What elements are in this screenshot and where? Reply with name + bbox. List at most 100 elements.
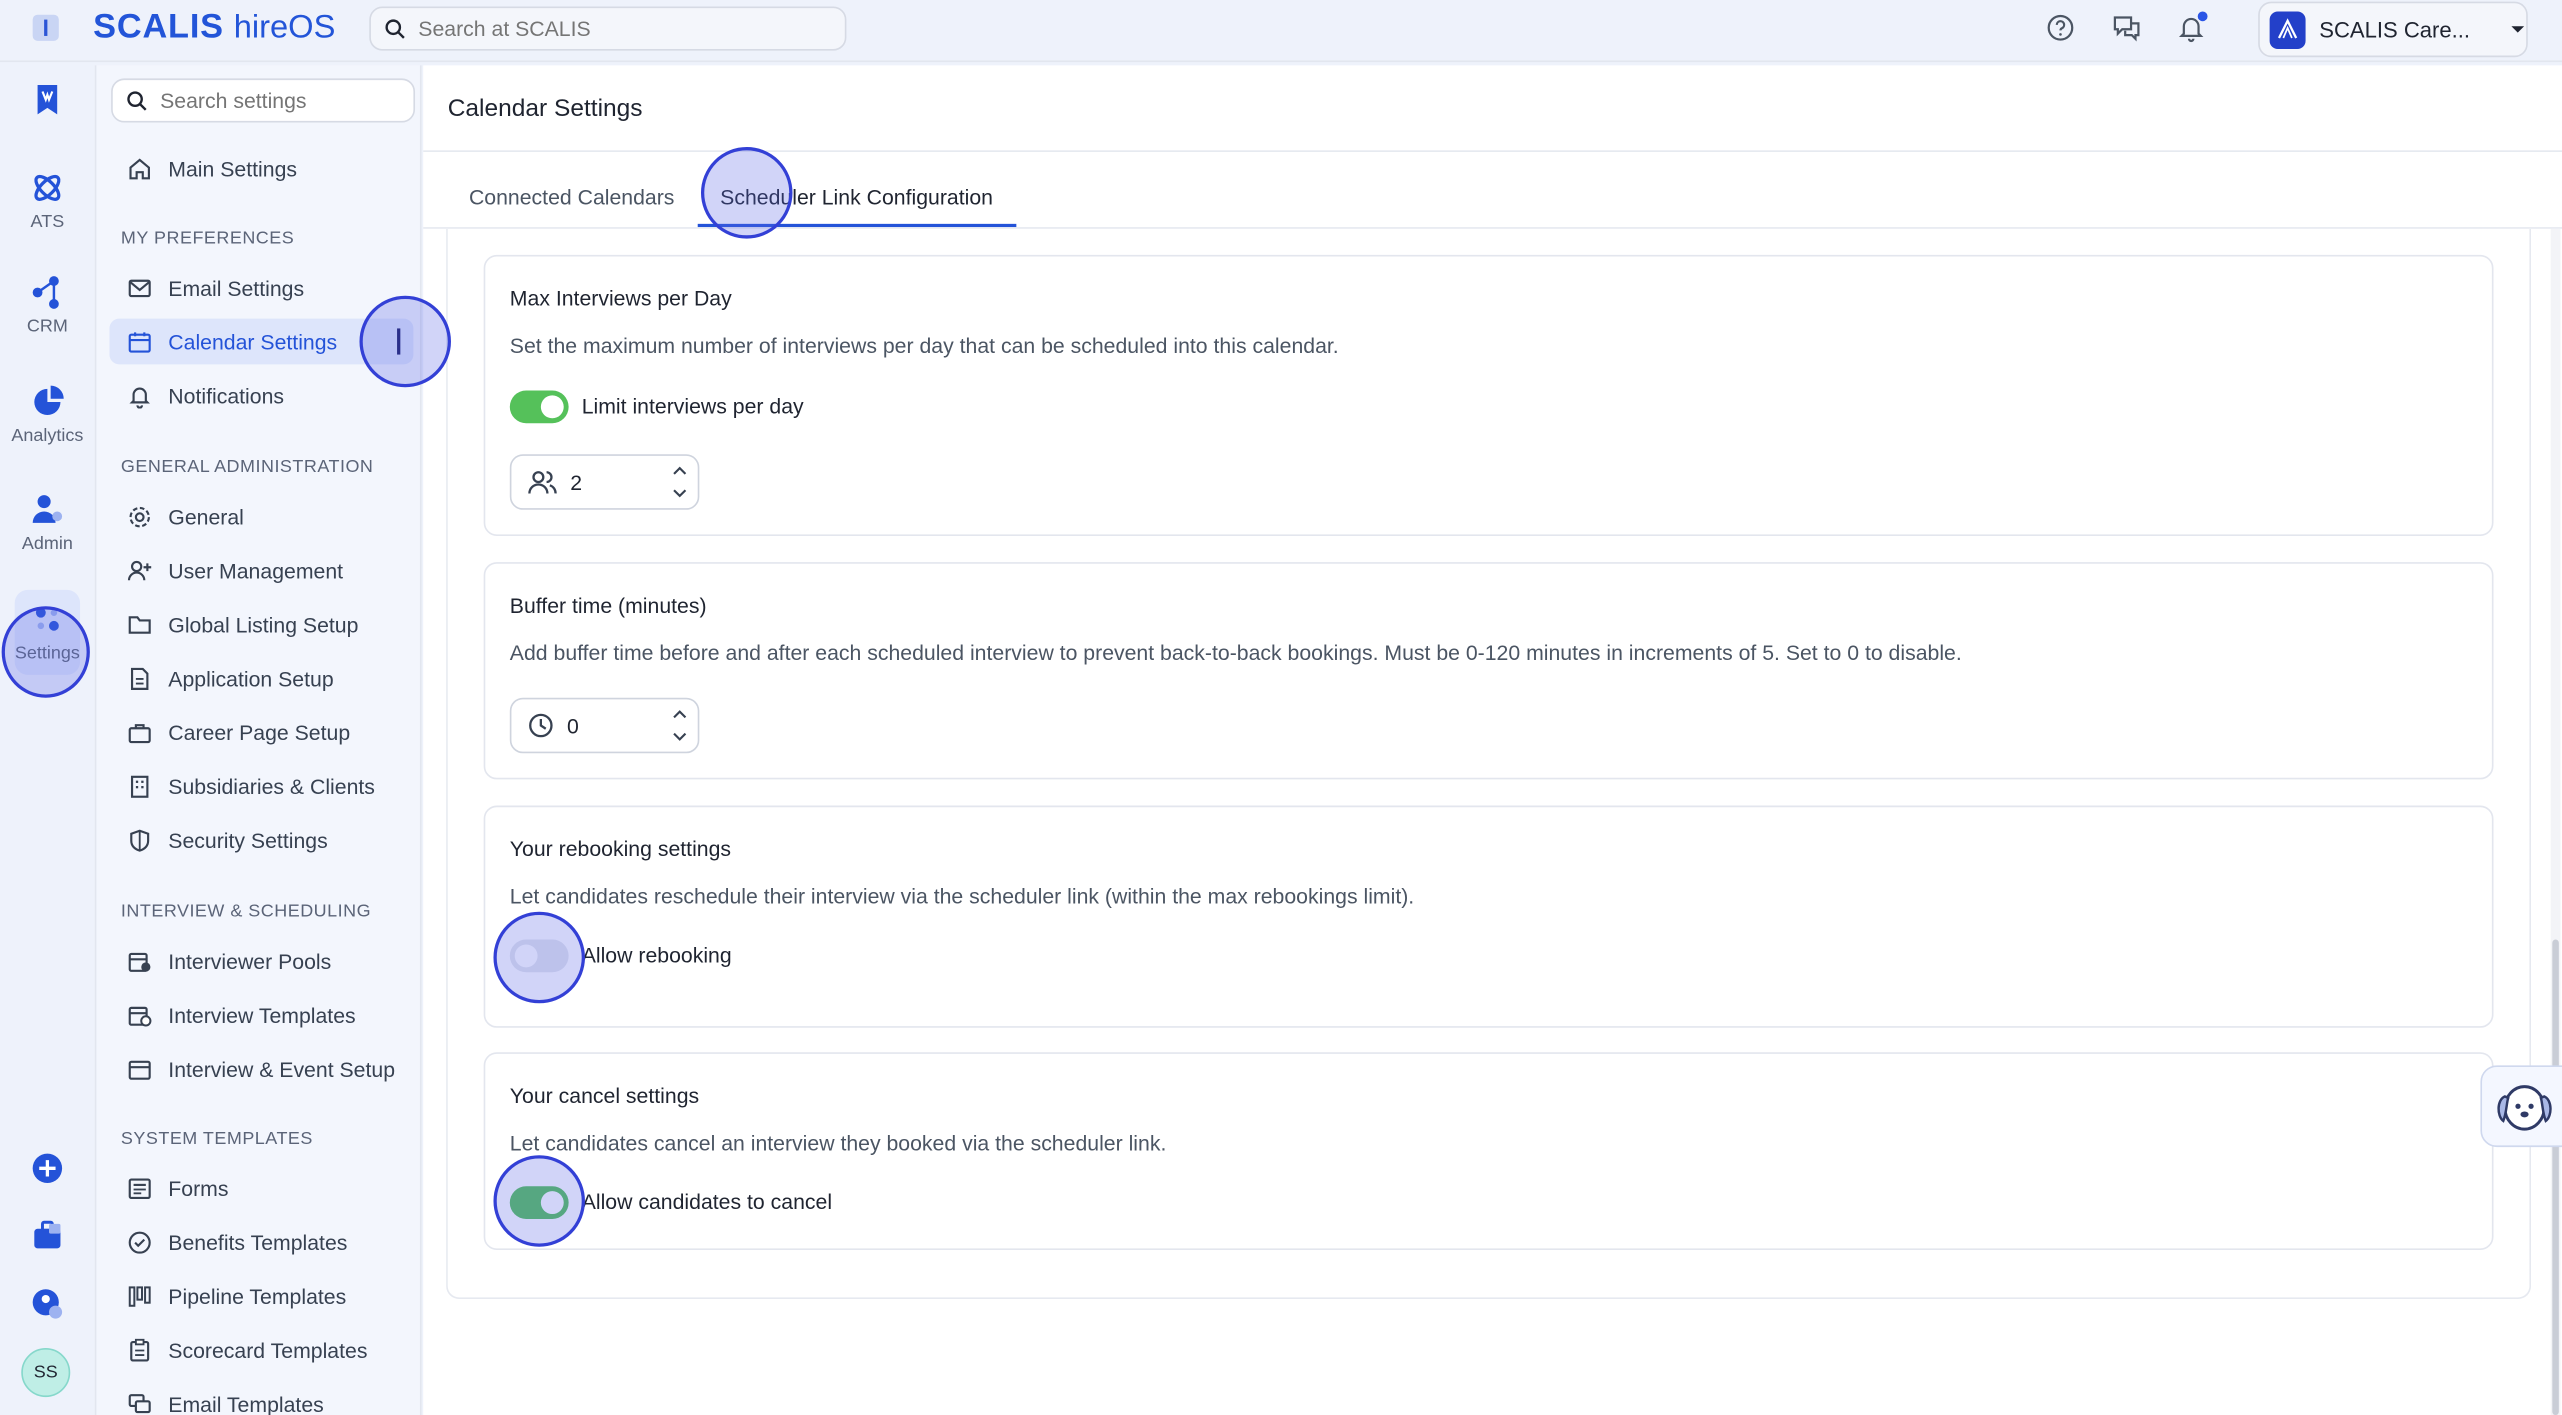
plus-circle-icon <box>32 1153 63 1184</box>
calendar-clock-icon <box>126 1002 152 1028</box>
menu-toggle-icon[interactable] <box>32 14 59 41</box>
chevron-up-icon[interactable] <box>672 461 688 481</box>
rail-label: Admin <box>21 534 73 554</box>
briefcase-icon <box>34 1220 61 1249</box>
briefcase-icon <box>126 719 152 745</box>
avatar[interactable]: SS <box>21 1348 71 1398</box>
global-search[interactable] <box>369 6 847 51</box>
nav-item-global-listing-setup[interactable]: Global Listing Setup <box>109 601 413 647</box>
rail-item-analytics[interactable]: Analytics <box>0 384 95 446</box>
gear-icon <box>126 503 152 529</box>
scrollbar-thumb[interactable] <box>2552 939 2559 1415</box>
chat-templates-icon <box>126 1391 152 1415</box>
tab-scheduler-link-configuration[interactable]: Scheduler Link Configuration <box>697 167 1016 228</box>
nav-item-interviewer-pools[interactable]: Interviewer Pools <box>109 938 413 984</box>
nav-item-main-settings[interactable]: Main Settings <box>109 145 413 191</box>
rail-item-settings[interactable]: Settings <box>0 601 95 663</box>
nav-item-forms[interactable]: Forms <box>109 1165 413 1211</box>
toggle-label: Limit interviews per day <box>581 393 804 419</box>
settings-search-input[interactable] <box>160 88 406 113</box>
rail-item-bookmarks[interactable] <box>0 83 95 116</box>
page-title: Calendar Settings <box>447 94 643 123</box>
text-cursor <box>397 328 401 355</box>
cancel-settings-card: Your cancel settings Let candidates canc… <box>483 1052 2494 1251</box>
rail-jobs-button[interactable] <box>0 1219 95 1252</box>
brand-name: SCALIS <box>93 8 224 46</box>
tabs: Connected Calendars Scheduler Link Confi… <box>446 167 1016 228</box>
nav-item-label: Pipeline Templates <box>168 1283 347 1309</box>
nav-item-career-page-setup[interactable]: Career Page Setup <box>109 709 413 755</box>
chevron-down-icon[interactable] <box>672 727 688 747</box>
buffer-time-input[interactable] <box>566 713 649 738</box>
nav-item-label: Calendar Settings <box>168 329 338 354</box>
nav-item-benefits-templates[interactable]: Benefits Templates <box>109 1219 413 1265</box>
card-description: Set the maximum number of interviews per… <box>509 333 1339 358</box>
allow-cancel-toggle[interactable] <box>509 1186 569 1219</box>
bell-icon <box>126 382 152 408</box>
max-interviews-card: Max Interviews per Day Set the maximum n… <box>483 254 2494 536</box>
nav-item-security-settings[interactable]: Security Settings <box>109 817 413 863</box>
analytics-icon <box>34 385 64 416</box>
card-title: Your rebooking settings <box>509 836 732 862</box>
global-search-input[interactable] <box>418 16 811 41</box>
app-logo[interactable]: SCALIS hireOS <box>93 8 335 50</box>
rail-item-crm[interactable]: CRM <box>0 275 95 337</box>
settings-search[interactable] <box>111 78 416 123</box>
nav-item-email-settings[interactable]: Email Settings <box>109 265 413 311</box>
home-icon <box>126 155 152 181</box>
product-name: hireOS <box>233 9 336 46</box>
assistant-button[interactable] <box>2480 1065 2562 1148</box>
nav-item-scorecard-templates[interactable]: Scorecard Templates <box>109 1327 413 1373</box>
nav-item-interview-templates[interactable]: Interview Templates <box>109 992 413 1038</box>
buffer-time-stepper[interactable] <box>509 697 700 754</box>
notifications-icon[interactable] <box>2173 10 2209 46</box>
nav-item-label: Interview & Event Setup <box>168 1056 396 1081</box>
nav-item-general[interactable]: General <box>109 493 413 539</box>
nav-item-application-setup[interactable]: Application Setup <box>109 655 413 701</box>
toggle-knob <box>514 944 538 968</box>
card-description: Let candidates cancel an interview they … <box>509 1130 1167 1156</box>
rail-item-ats[interactable]: ATS <box>0 170 95 232</box>
rail-add-button[interactable] <box>0 1152 95 1185</box>
nav-item-interview-event-setup[interactable]: Interview & Event Setup <box>109 1046 413 1092</box>
nav-item-user-management[interactable]: User Management <box>109 547 413 593</box>
nav-item-label: Forms <box>168 1175 229 1201</box>
messages-icon[interactable] <box>2108 10 2144 46</box>
max-interviews-stepper[interactable] <box>509 454 700 510</box>
kanban-icon <box>126 1283 152 1309</box>
nav-item-subsidiaries-clients[interactable]: Subsidiaries & Clients <box>109 763 413 809</box>
allow-rebooking-toggle[interactable] <box>509 939 569 973</box>
toggle-label: Allow rebooking <box>581 942 732 968</box>
card-title: Buffer time (minutes) <box>509 593 707 618</box>
limit-interviews-toggle[interactable] <box>509 390 569 424</box>
rail-label: Settings <box>14 643 80 664</box>
clock-icon <box>529 713 553 738</box>
account-logo-icon <box>2269 10 2307 49</box>
calendar-user-icon <box>126 948 152 974</box>
help-icon[interactable] <box>2042 10 2078 46</box>
rail-label: CRM <box>26 316 68 337</box>
nav-item-label: Notifications <box>168 383 285 408</box>
settings-icon <box>35 607 59 631</box>
nav-item-label: Global Listing Setup <box>168 611 359 637</box>
card-title: Your cancel settings <box>509 1083 700 1108</box>
chevron-down-icon[interactable] <box>672 484 688 504</box>
rail-item-admin[interactable]: Admin <box>0 492 95 554</box>
max-interviews-input[interactable] <box>570 469 652 495</box>
nav-item-email-templates[interactable]: Email Templates <box>109 1381 413 1415</box>
chevron-up-icon[interactable] <box>672 704 688 724</box>
bookmark-icon <box>37 84 58 115</box>
nav-item-label: Email Settings <box>168 275 305 300</box>
nav-item-label: User Management <box>168 558 344 583</box>
rail-add-user-button[interactable] <box>0 1288 95 1321</box>
nav-item-label: Main Settings <box>168 156 298 181</box>
crm-icon <box>32 276 59 309</box>
add-user-icon <box>32 1289 63 1319</box>
admin-icon <box>32 495 63 523</box>
user-plus-icon <box>126 557 152 583</box>
nav-item-notifications[interactable]: Notifications <box>109 373 413 419</box>
nav-item-calendar-settings[interactable]: Calendar Settings <box>109 318 414 365</box>
account-switcher[interactable]: SCALIS Care... <box>2258 1 2528 58</box>
tab-connected-calendars[interactable]: Connected Calendars <box>446 167 697 227</box>
nav-item-pipeline-templates[interactable]: Pipeline Templates <box>109 1273 413 1319</box>
